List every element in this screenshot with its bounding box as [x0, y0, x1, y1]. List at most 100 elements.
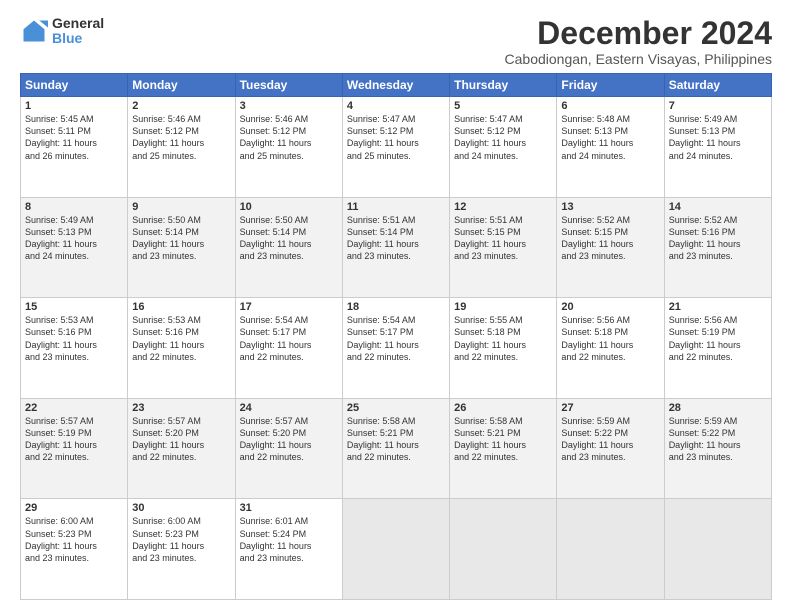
day-info: Sunrise: 5:57 AM Sunset: 5:19 PM Dayligh…	[25, 415, 123, 464]
logo: General Blue	[20, 16, 104, 47]
calendar-week-2: 8Sunrise: 5:49 AM Sunset: 5:13 PM Daylig…	[21, 197, 772, 298]
day-info: Sunrise: 6:00 AM Sunset: 5:23 PM Dayligh…	[25, 515, 123, 564]
day-info: Sunrise: 5:55 AM Sunset: 5:18 PM Dayligh…	[454, 314, 552, 363]
day-info: Sunrise: 5:51 AM Sunset: 5:14 PM Dayligh…	[347, 214, 445, 263]
day-number: 12	[454, 201, 552, 213]
calendar-cell: 20Sunrise: 5:56 AM Sunset: 5:18 PM Dayli…	[557, 298, 664, 399]
day-info: Sunrise: 5:51 AM Sunset: 5:15 PM Dayligh…	[454, 214, 552, 263]
day-info: Sunrise: 5:58 AM Sunset: 5:21 PM Dayligh…	[347, 415, 445, 464]
main-title: December 2024	[505, 16, 772, 51]
calendar-cell: 31Sunrise: 6:01 AM Sunset: 5:24 PM Dayli…	[235, 499, 342, 600]
day-info: Sunrise: 5:53 AM Sunset: 5:16 PM Dayligh…	[132, 314, 230, 363]
day-number: 29	[25, 502, 123, 514]
day-number: 24	[240, 402, 338, 414]
calendar-cell: 2Sunrise: 5:46 AM Sunset: 5:12 PM Daylig…	[128, 97, 235, 198]
calendar-cell: 9Sunrise: 5:50 AM Sunset: 5:14 PM Daylig…	[128, 197, 235, 298]
calendar-cell: 11Sunrise: 5:51 AM Sunset: 5:14 PM Dayli…	[342, 197, 449, 298]
day-number: 13	[561, 201, 659, 213]
day-number: 18	[347, 301, 445, 313]
col-thursday: Thursday	[450, 74, 557, 97]
day-number: 9	[132, 201, 230, 213]
calendar-week-4: 22Sunrise: 5:57 AM Sunset: 5:19 PM Dayli…	[21, 398, 772, 499]
calendar-cell	[557, 499, 664, 600]
day-info: Sunrise: 5:57 AM Sunset: 5:20 PM Dayligh…	[240, 415, 338, 464]
day-number: 21	[669, 301, 767, 313]
col-sunday: Sunday	[21, 74, 128, 97]
logo-icon	[20, 17, 48, 45]
day-info: Sunrise: 5:56 AM Sunset: 5:19 PM Dayligh…	[669, 314, 767, 363]
day-info: Sunrise: 5:49 AM Sunset: 5:13 PM Dayligh…	[669, 113, 767, 162]
day-number: 11	[347, 201, 445, 213]
day-number: 14	[669, 201, 767, 213]
calendar-cell: 1Sunrise: 5:45 AM Sunset: 5:11 PM Daylig…	[21, 97, 128, 198]
calendar-cell: 8Sunrise: 5:49 AM Sunset: 5:13 PM Daylig…	[21, 197, 128, 298]
day-number: 5	[454, 100, 552, 112]
calendar-cell: 17Sunrise: 5:54 AM Sunset: 5:17 PM Dayli…	[235, 298, 342, 399]
day-number: 27	[561, 402, 659, 414]
day-number: 4	[347, 100, 445, 112]
calendar-cell	[450, 499, 557, 600]
day-info: Sunrise: 5:50 AM Sunset: 5:14 PM Dayligh…	[240, 214, 338, 263]
logo-line1: General	[52, 16, 104, 31]
day-number: 8	[25, 201, 123, 213]
calendar-cell: 29Sunrise: 6:00 AM Sunset: 5:23 PM Dayli…	[21, 499, 128, 600]
calendar-cell: 16Sunrise: 5:53 AM Sunset: 5:16 PM Dayli…	[128, 298, 235, 399]
title-block: December 2024 Cabodiongan, Eastern Visay…	[505, 16, 772, 67]
day-info: Sunrise: 5:53 AM Sunset: 5:16 PM Dayligh…	[25, 314, 123, 363]
calendar-cell	[664, 499, 771, 600]
calendar-cell: 14Sunrise: 5:52 AM Sunset: 5:16 PM Dayli…	[664, 197, 771, 298]
calendar-cell: 28Sunrise: 5:59 AM Sunset: 5:22 PM Dayli…	[664, 398, 771, 499]
col-monday: Monday	[128, 74, 235, 97]
col-wednesday: Wednesday	[342, 74, 449, 97]
calendar-cell: 26Sunrise: 5:58 AM Sunset: 5:21 PM Dayli…	[450, 398, 557, 499]
day-info: Sunrise: 5:59 AM Sunset: 5:22 PM Dayligh…	[669, 415, 767, 464]
day-number: 30	[132, 502, 230, 514]
subtitle: Cabodiongan, Eastern Visayas, Philippine…	[505, 51, 772, 67]
day-number: 26	[454, 402, 552, 414]
calendar-cell: 23Sunrise: 5:57 AM Sunset: 5:20 PM Dayli…	[128, 398, 235, 499]
day-number: 31	[240, 502, 338, 514]
day-info: Sunrise: 5:46 AM Sunset: 5:12 PM Dayligh…	[132, 113, 230, 162]
calendar-week-5: 29Sunrise: 6:00 AM Sunset: 5:23 PM Dayli…	[21, 499, 772, 600]
day-info: Sunrise: 5:50 AM Sunset: 5:14 PM Dayligh…	[132, 214, 230, 263]
day-info: Sunrise: 6:00 AM Sunset: 5:23 PM Dayligh…	[132, 515, 230, 564]
day-info: Sunrise: 5:47 AM Sunset: 5:12 PM Dayligh…	[454, 113, 552, 162]
col-tuesday: Tuesday	[235, 74, 342, 97]
calendar-cell: 24Sunrise: 5:57 AM Sunset: 5:20 PM Dayli…	[235, 398, 342, 499]
day-info: Sunrise: 5:59 AM Sunset: 5:22 PM Dayligh…	[561, 415, 659, 464]
calendar-body: 1Sunrise: 5:45 AM Sunset: 5:11 PM Daylig…	[21, 97, 772, 600]
day-number: 10	[240, 201, 338, 213]
day-info: Sunrise: 5:58 AM Sunset: 5:21 PM Dayligh…	[454, 415, 552, 464]
day-info: Sunrise: 5:48 AM Sunset: 5:13 PM Dayligh…	[561, 113, 659, 162]
day-number: 6	[561, 100, 659, 112]
calendar-cell: 13Sunrise: 5:52 AM Sunset: 5:15 PM Dayli…	[557, 197, 664, 298]
calendar-cell: 22Sunrise: 5:57 AM Sunset: 5:19 PM Dayli…	[21, 398, 128, 499]
page: General Blue December 2024 Cabodiongan, …	[0, 0, 792, 612]
day-number: 25	[347, 402, 445, 414]
day-info: Sunrise: 5:46 AM Sunset: 5:12 PM Dayligh…	[240, 113, 338, 162]
day-number: 7	[669, 100, 767, 112]
day-number: 23	[132, 402, 230, 414]
day-number: 17	[240, 301, 338, 313]
calendar-cell: 18Sunrise: 5:54 AM Sunset: 5:17 PM Dayli…	[342, 298, 449, 399]
day-number: 16	[132, 301, 230, 313]
day-info: Sunrise: 5:45 AM Sunset: 5:11 PM Dayligh…	[25, 113, 123, 162]
day-number: 22	[25, 402, 123, 414]
calendar-cell	[342, 499, 449, 600]
col-friday: Friday	[557, 74, 664, 97]
day-info: Sunrise: 5:52 AM Sunset: 5:15 PM Dayligh…	[561, 214, 659, 263]
day-info: Sunrise: 6:01 AM Sunset: 5:24 PM Dayligh…	[240, 515, 338, 564]
calendar-cell: 25Sunrise: 5:58 AM Sunset: 5:21 PM Dayli…	[342, 398, 449, 499]
calendar-cell: 3Sunrise: 5:46 AM Sunset: 5:12 PM Daylig…	[235, 97, 342, 198]
calendar-cell: 12Sunrise: 5:51 AM Sunset: 5:15 PM Dayli…	[450, 197, 557, 298]
col-saturday: Saturday	[664, 74, 771, 97]
day-number: 28	[669, 402, 767, 414]
calendar-cell: 4Sunrise: 5:47 AM Sunset: 5:12 PM Daylig…	[342, 97, 449, 198]
day-info: Sunrise: 5:54 AM Sunset: 5:17 PM Dayligh…	[240, 314, 338, 363]
day-number: 1	[25, 100, 123, 112]
day-info: Sunrise: 5:47 AM Sunset: 5:12 PM Dayligh…	[347, 113, 445, 162]
day-number: 19	[454, 301, 552, 313]
calendar-cell: 7Sunrise: 5:49 AM Sunset: 5:13 PM Daylig…	[664, 97, 771, 198]
day-info: Sunrise: 5:57 AM Sunset: 5:20 PM Dayligh…	[132, 415, 230, 464]
calendar-cell: 30Sunrise: 6:00 AM Sunset: 5:23 PM Dayli…	[128, 499, 235, 600]
